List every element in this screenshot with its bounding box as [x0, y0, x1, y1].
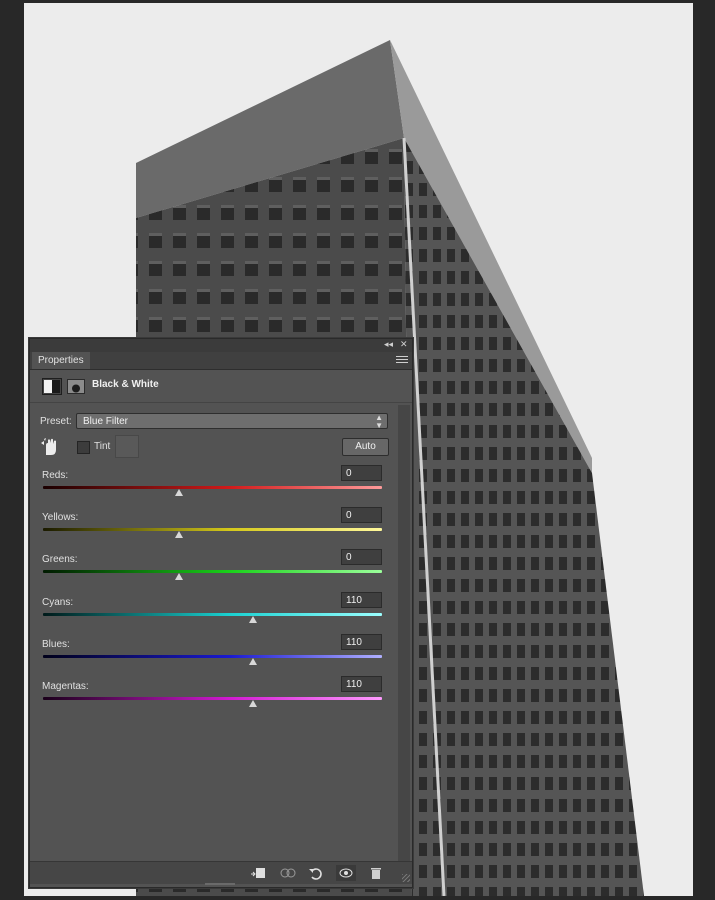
slider-row: Blues: 110 — [30, 634, 396, 676]
slider-label: Cyans: — [42, 597, 74, 608]
preset-value: Blue Filter — [83, 416, 129, 427]
slider-value-input[interactable]: 0 — [341, 507, 382, 523]
slider-value-input[interactable]: 110 — [341, 676, 382, 692]
close-icon[interactable]: ✕ — [400, 339, 408, 352]
slider-label: Reds: — [42, 470, 69, 481]
resize-grip-icon[interactable] — [402, 874, 410, 882]
trash-icon[interactable] — [366, 865, 386, 881]
slider-track[interactable] — [43, 570, 382, 573]
targeted-adjustment-hand-icon[interactable] — [40, 437, 60, 457]
slider-row: Magentas: 110 — [30, 676, 396, 718]
slider-label: Greens: — [42, 554, 78, 565]
auto-button[interactable]: Auto — [342, 438, 389, 456]
slider-track[interactable] — [43, 528, 382, 531]
slider-row: Yellows: 0 — [30, 507, 396, 549]
slider-row: Cyans: 110 — [30, 592, 396, 634]
tint-color-swatch[interactable] — [115, 435, 139, 458]
view-previous-icon[interactable] — [278, 865, 298, 881]
visibility-eye-icon[interactable] — [336, 865, 356, 881]
slider-value-input[interactable]: 110 — [341, 634, 382, 650]
tab-properties[interactable]: Properties — [32, 352, 90, 369]
panel-titlebar: ◂◂ ✕ — [30, 339, 412, 352]
adjustment-header: Black & White — [30, 370, 412, 403]
slider-track[interactable] — [43, 655, 382, 658]
collapse-icon[interactable]: ◂◂ — [384, 339, 393, 352]
mask-icon[interactable] — [67, 379, 85, 394]
slider-value-input[interactable]: 0 — [341, 549, 382, 565]
slider-track[interactable] — [43, 486, 382, 489]
slider-thumb[interactable] — [174, 531, 183, 538]
panel-footer — [30, 861, 412, 884]
slider-label: Yellows: — [42, 512, 79, 523]
clip-to-layer-icon[interactable] — [248, 865, 268, 881]
preset-select[interactable]: Blue Filter ▲ ▼ — [76, 413, 388, 430]
slider-track[interactable] — [43, 697, 382, 700]
slider-label: Magentas: — [42, 681, 89, 692]
properties-panel: ◂◂ ✕ Properties Black & White Preset: Bl… — [29, 338, 413, 888]
slider-thumb[interactable] — [249, 700, 258, 707]
slider-thumb[interactable] — [174, 573, 183, 580]
slider-thumb[interactable] — [174, 489, 183, 496]
slider-row: Reds: 0 — [30, 465, 396, 507]
tint-label: Tint — [94, 441, 111, 452]
slider-label: Blues: — [42, 639, 70, 650]
adjustment-icon[interactable] — [42, 378, 62, 395]
reset-icon[interactable] — [306, 865, 326, 881]
preset-label: Preset: — [40, 416, 72, 427]
slider-row: Greens: 0 — [30, 549, 396, 591]
panel-tab-row: Properties — [30, 352, 412, 370]
select-arrows-icon: ▲ ▼ — [375, 413, 383, 430]
slider-value-input[interactable]: 110 — [341, 592, 382, 608]
adjustment-title: Black & White — [92, 379, 159, 390]
panel-drag-handle[interactable] — [205, 883, 235, 885]
tint-checkbox[interactable] — [77, 441, 90, 454]
panel-menu-icon[interactable] — [396, 356, 408, 364]
slider-thumb[interactable] — [249, 616, 258, 623]
slider-track[interactable] — [43, 613, 382, 616]
panel-scrollbar[interactable] — [398, 405, 410, 861]
slider-thumb[interactable] — [249, 658, 258, 665]
slider-value-input[interactable]: 0 — [341, 465, 382, 481]
